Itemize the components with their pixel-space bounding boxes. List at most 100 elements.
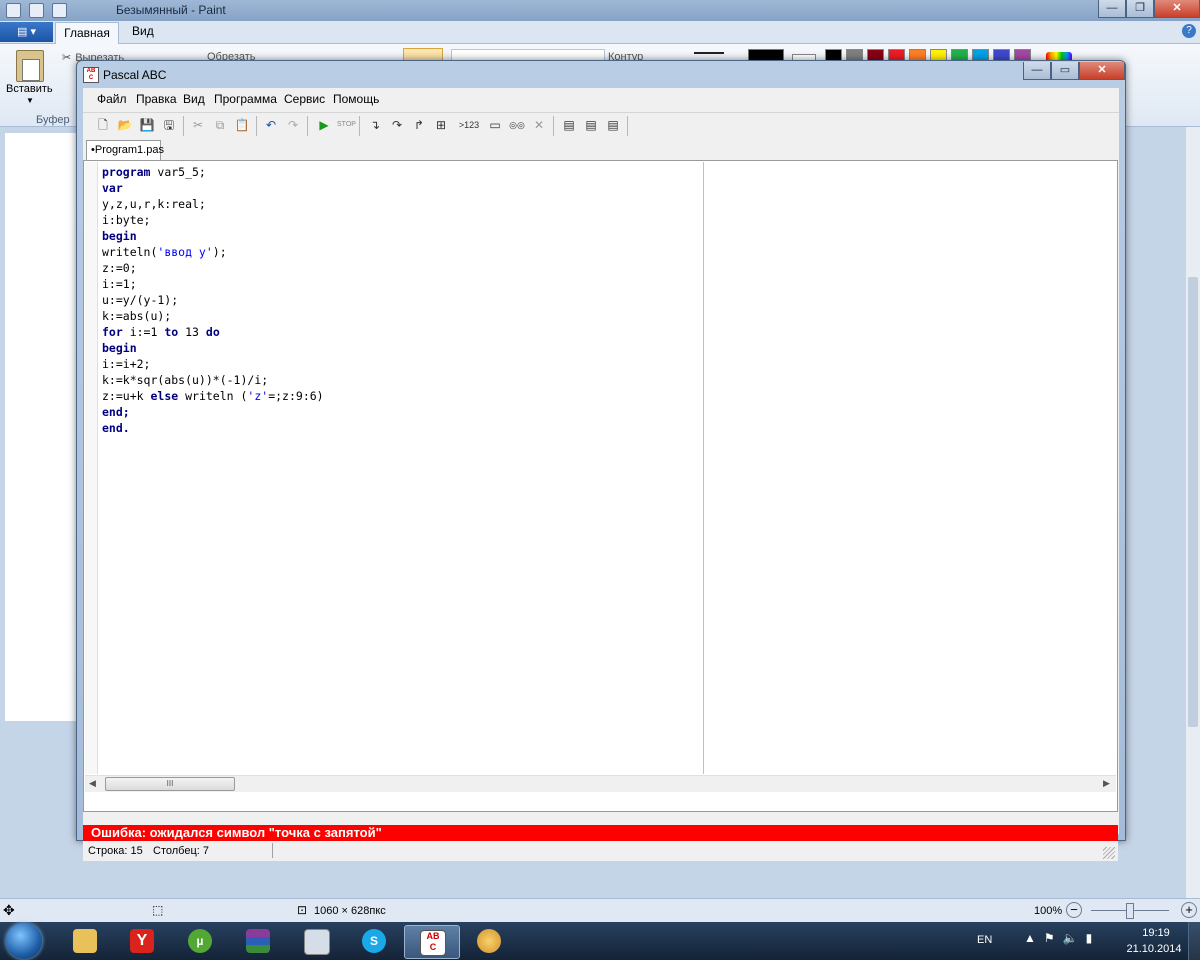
taskbar-paint[interactable] bbox=[462, 925, 516, 957]
menu-view[interactable]: Вид bbox=[183, 92, 205, 106]
output-window-icon[interactable]: ▭ bbox=[487, 117, 503, 133]
toolbar: 🗋 📂 💾 🖫 ✂ ⧉ 📋 ↶ ↷ ▶ STOP ↴ ↷ ↱ ⊞ >123 ▭ … bbox=[83, 112, 1119, 139]
language-indicator[interactable]: EN bbox=[977, 934, 992, 946]
volume-icon[interactable]: 🔈 bbox=[1063, 931, 1086, 945]
scroll-left-icon[interactable]: ◀ bbox=[89, 778, 96, 789]
chevron-down-icon[interactable]: ▼ bbox=[26, 96, 34, 105]
horizontal-scrollbar[interactable]: ◀ III ▶ bbox=[85, 775, 1116, 792]
run-icon[interactable]: ▶ bbox=[316, 117, 332, 133]
pascal-window-controls: — ▭ ✕ bbox=[1023, 62, 1125, 80]
code-editor[interactable]: program var5_5; var y,z,u,r,k:real; i:byte;… bbox=[83, 160, 1118, 812]
taskbar-calculator[interactable] bbox=[289, 925, 343, 957]
network-icon[interactable]: ▮ bbox=[1086, 931, 1101, 945]
tab-program1[interactable]: •Program1.pas bbox=[86, 140, 164, 160]
code-token: program bbox=[102, 165, 151, 179]
code-token: for bbox=[102, 325, 123, 339]
zoom-in-button[interactable]: + bbox=[1181, 902, 1197, 918]
code-token: var bbox=[102, 181, 123, 195]
taskbar-skype[interactable]: S bbox=[347, 925, 401, 957]
close-debug-icon[interactable]: ✕ bbox=[531, 117, 547, 133]
pascal-abc-icon: AB C bbox=[83, 67, 99, 83]
status-line: Строка: 15 bbox=[88, 845, 143, 857]
menu-edit[interactable]: Правка bbox=[136, 92, 177, 106]
code-token: =;z:9:6) bbox=[268, 389, 324, 403]
int-eval-icon[interactable]: >123 bbox=[455, 117, 483, 133]
scissors-icon: ✂ bbox=[62, 52, 72, 64]
clock-date[interactable]: 21.10.2014 bbox=[1124, 943, 1184, 955]
status-bar: Строка: 15 Столбец: 7 bbox=[83, 841, 1118, 861]
paste-icon[interactable]: 📋 bbox=[234, 117, 250, 133]
tab-view[interactable]: Вид bbox=[132, 24, 154, 38]
close-button[interactable]: ✕ bbox=[1154, 0, 1200, 18]
menu-program[interactable]: Программа bbox=[214, 92, 277, 106]
undo-icon[interactable] bbox=[29, 3, 44, 18]
stop-icon[interactable]: STOP bbox=[337, 117, 356, 133]
paint-file-menu-button[interactable]: ▤ ▾ bbox=[0, 22, 53, 42]
error-message: Ошибка: ожидался символ "точка с запятой… bbox=[83, 825, 1118, 841]
taskbar-explorer[interactable] bbox=[58, 925, 112, 957]
vertical-scrollbar[interactable] bbox=[1186, 127, 1200, 898]
redo-icon[interactable] bbox=[52, 3, 67, 18]
minimize-button[interactable]: — bbox=[1098, 0, 1126, 18]
taskbar-pascal-abc[interactable]: AB C bbox=[404, 925, 460, 959]
start-button[interactable] bbox=[6, 923, 42, 959]
tab-home[interactable]: Главная bbox=[55, 22, 119, 44]
copy-icon[interactable]: ⧉ bbox=[212, 117, 228, 133]
taskbar-winrar[interactable] bbox=[231, 925, 285, 957]
paste-icon[interactable] bbox=[16, 50, 44, 82]
zoom-slider-thumb[interactable] bbox=[1126, 903, 1134, 919]
help-page-icon[interactable]: ▤ bbox=[583, 117, 599, 133]
minimize-button[interactable]: — bbox=[1023, 62, 1051, 80]
new-file-icon[interactable]: 🗋 bbox=[95, 117, 111, 133]
paste-button-label[interactable]: Вставить bbox=[6, 83, 53, 95]
save-all-icon[interactable]: 🖫 bbox=[161, 117, 177, 133]
help-index-icon[interactable]: ▤ bbox=[605, 117, 621, 133]
open-folder-icon[interactable]: 📂 bbox=[117, 117, 133, 133]
format-code-icon[interactable]: ▤ bbox=[561, 117, 577, 133]
yandex-icon: Y bbox=[130, 929, 154, 953]
close-button[interactable]: ✕ bbox=[1079, 62, 1125, 80]
code-token: ); bbox=[212, 245, 227, 259]
maximize-button[interactable]: ❐ bbox=[1126, 0, 1154, 18]
step-out-icon[interactable]: ↱ bbox=[411, 117, 427, 133]
cut-icon[interactable]: ✂ bbox=[190, 117, 206, 133]
paint-ribbon-tabs: ▤ ▾ Главная Вид ? bbox=[0, 21, 1200, 44]
paint-canvas[interactable] bbox=[5, 133, 76, 721]
tray-icons[interactable]: ▲⚑🔈▮ bbox=[1024, 931, 1100, 945]
show-desktop-button[interactable] bbox=[1188, 922, 1200, 960]
taskbar-yandex[interactable]: Y bbox=[115, 925, 169, 957]
code-line: end. bbox=[102, 420, 324, 436]
code-text[interactable]: program var5_5; var y,z,u,r,k:real; i:byte;… bbox=[102, 164, 324, 436]
taskbar: Y µ S AB C EN ▲⚑🔈▮ 19:19 21.10.2014 bbox=[0, 922, 1200, 960]
pascal-client-area: Файл Правка Вид Программа Сервис Помощь … bbox=[83, 88, 1119, 861]
toolbar-separator bbox=[256, 116, 257, 136]
scroll-right-icon[interactable]: ▶ bbox=[1103, 778, 1110, 789]
status-separator bbox=[272, 843, 273, 858]
step-into-icon[interactable]: ↴ bbox=[367, 117, 383, 133]
add-watch-icon[interactable]: ⊞ bbox=[433, 117, 449, 133]
undo-icon[interactable]: ↶ bbox=[263, 117, 279, 133]
code-token: 'z' bbox=[247, 389, 269, 403]
menu-help[interactable]: Помощь bbox=[333, 92, 379, 106]
quick-access-toolbar bbox=[6, 3, 67, 18]
flag-icon[interactable]: ⚑ bbox=[1044, 931, 1063, 945]
taskbar-utorrent[interactable]: µ bbox=[173, 925, 227, 957]
maximize-button[interactable]: ▭ bbox=[1051, 62, 1079, 80]
clock-time[interactable]: 19:19 bbox=[1134, 927, 1178, 939]
menu-service[interactable]: Сервис bbox=[284, 92, 325, 106]
save-icon[interactable]: 💾 bbox=[139, 117, 155, 133]
help-icon[interactable]: ? bbox=[1182, 24, 1196, 38]
menu-file[interactable]: Файл bbox=[97, 92, 127, 106]
code-token: writeln ( bbox=[178, 389, 248, 403]
save-icon[interactable] bbox=[6, 3, 21, 18]
code-token: y,z,u,r,k:real; bbox=[102, 197, 206, 211]
redo-icon[interactable]: ↷ bbox=[285, 117, 301, 133]
show-hidden-icons-icon[interactable]: ▲ bbox=[1024, 931, 1044, 945]
scroll-thumb[interactable]: III bbox=[105, 777, 235, 791]
step-over-icon[interactable]: ↷ bbox=[389, 117, 405, 133]
resize-grip-icon[interactable] bbox=[1103, 847, 1115, 859]
winrar-icon bbox=[246, 929, 270, 953]
code-line: u:=y/(y-1); bbox=[102, 292, 324, 308]
zoom-out-button[interactable]: − bbox=[1066, 902, 1082, 918]
debug-watch-icon[interactable]: ◎◎ bbox=[509, 117, 525, 133]
